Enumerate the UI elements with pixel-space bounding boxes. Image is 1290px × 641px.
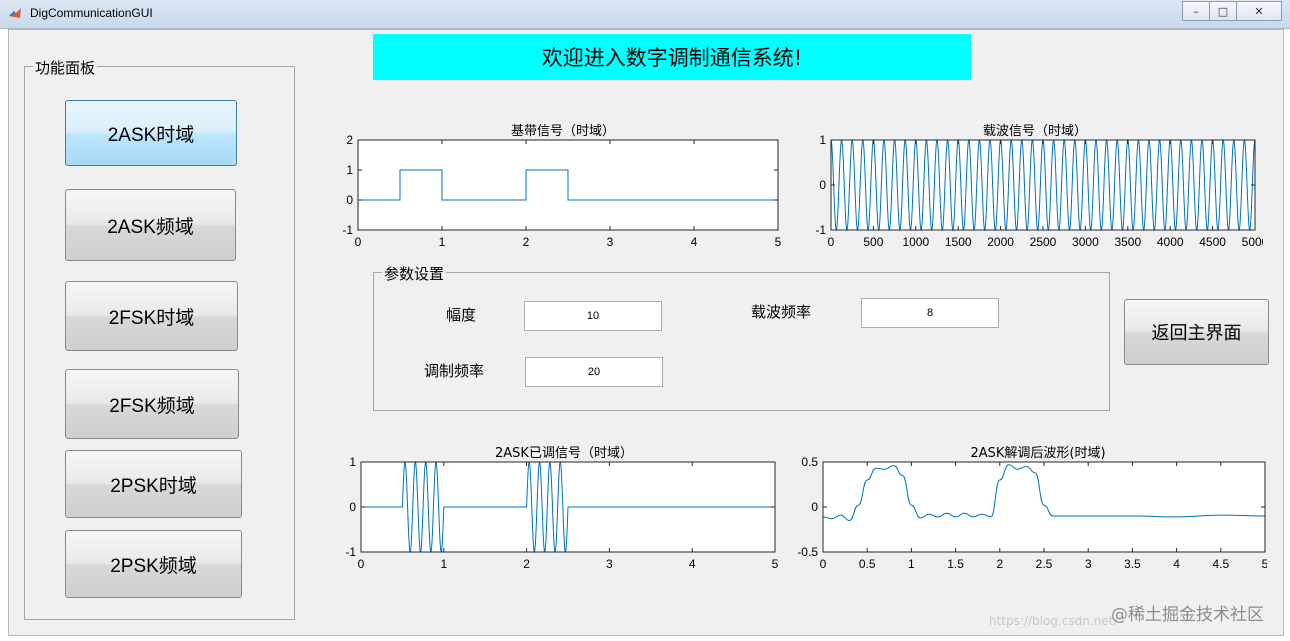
figure-window: 功能面板 2ASK时域 2ASK频域 2FSK时域 2FSK频域 2PSK时域 …: [8, 29, 1284, 636]
amplitude-input[interactable]: [524, 301, 662, 331]
function-panel-title: 功能面板: [33, 57, 98, 78]
x-tick-label: 2: [523, 557, 530, 571]
x-tick-label: 500: [863, 235, 883, 249]
watermark-brand: @稀土掘金技术社区: [1111, 605, 1264, 625]
modulated-plot-svg[interactable]: 0 1 2 3 4 5-101: [313, 442, 783, 572]
return-main-button[interactable]: 返回主界面: [1124, 299, 1269, 365]
2ask-freq-button[interactable]: 2ASK频域: [65, 189, 236, 261]
plot-area: [831, 140, 1255, 230]
2ask-time-button[interactable]: 2ASK时域: [65, 100, 237, 166]
maximize-icon[interactable]: □: [1209, 1, 1237, 21]
y-tick-label: 0: [346, 193, 353, 207]
x-tick-label: 3000: [1072, 235, 1099, 249]
carrier-freq-input[interactable]: [861, 298, 999, 328]
x-tick-label: 1000: [902, 235, 929, 249]
demodulated-plot-svg[interactable]: 0 0.5 1 1.5 2 2.5 3 3.5 4 4.5 5-0.500.5: [773, 442, 1267, 572]
baseband-plot: 基带信号（时域） 0 1 2 3 4 5 -1 0 1 2: [313, 120, 783, 250]
x-tick-label: 4: [689, 557, 696, 571]
x-tick-label: 5000: [1242, 235, 1263, 249]
x-tick-label: 4: [691, 235, 698, 249]
x-tick-label: 0: [820, 557, 827, 571]
y-tick-label: 0: [349, 500, 356, 514]
x-tick-label: 5: [1262, 557, 1267, 571]
function-panel: 功能面板 2ASK时域 2ASK频域 2FSK时域 2FSK频域 2PSK时域 …: [24, 57, 295, 620]
x-tick-label: 3500: [1114, 235, 1141, 249]
x-tick-label: 2.5: [1036, 557, 1053, 571]
baseband-plot-svg[interactable]: 0 1 2 3 4 5-1012: [313, 120, 783, 250]
welcome-banner: 欢迎进入数字调制通信系统!: [373, 34, 971, 80]
demodulated-plot: 2ASK解调后波形(时域) 0 0.5 1 1.5 2 2.5 3 3.5 4 4.5 5 -0.5 0…: [773, 442, 1267, 572]
x-tick-label: 0: [358, 557, 365, 571]
x-tick-label: 0: [828, 235, 835, 249]
y-tick-label: -1: [342, 223, 353, 237]
window-controls: – □ ✕: [1182, 1, 1282, 21]
x-tick-label: 3.5: [1124, 557, 1141, 571]
minimize-icon[interactable]: –: [1182, 1, 1210, 21]
y-tick-label: 2: [346, 133, 353, 147]
close-icon[interactable]: ✕: [1236, 1, 1282, 21]
y-tick-label: 0.5: [801, 455, 818, 469]
2psk-time-button[interactable]: 2PSK时域: [65, 450, 242, 518]
y-tick-label: 1: [819, 133, 826, 147]
y-tick-label: -0.5: [797, 545, 818, 559]
window-titlebar: DigCommunicationGUI – □ ✕: [0, 0, 1290, 29]
2fsk-time-button[interactable]: 2FSK时域: [65, 281, 238, 351]
x-tick-label: 4: [1173, 557, 1180, 571]
x-tick-label: 5: [775, 235, 782, 249]
carrier-plot: 载波信号（时域） 0 500 1000 1500 2000 2500 3000 3500 400…: [783, 120, 1263, 250]
window-title: DigCommunicationGUI: [30, 6, 153, 20]
y-tick-label: -1: [345, 545, 356, 559]
plot-area: [823, 462, 1265, 552]
x-tick-label: 3: [606, 557, 613, 571]
y-tick-label: 0: [811, 500, 818, 514]
mod-freq-input[interactable]: [525, 357, 663, 387]
x-tick-label: 3: [1085, 557, 1092, 571]
x-tick-label: 2: [996, 557, 1003, 571]
2psk-freq-button[interactable]: 2PSK频域: [65, 530, 242, 598]
x-tick-label: 4.5: [1212, 557, 1229, 571]
y-tick-label: 1: [349, 455, 356, 469]
carrier-freq-label: 载波频率: [751, 303, 812, 321]
x-tick-label: 2000: [987, 235, 1014, 249]
x-tick-label: 4500: [1199, 235, 1226, 249]
parameter-panel-title: 参数设置: [382, 263, 447, 284]
y-tick-label: -1: [815, 223, 826, 237]
x-tick-label: 0: [355, 235, 362, 249]
2fsk-freq-button[interactable]: 2FSK频域: [65, 369, 239, 439]
amplitude-label: 幅度: [446, 306, 477, 324]
x-tick-label: 1: [440, 557, 447, 571]
parameter-panel: 参数设置 幅度 载波频率 调制频率: [373, 263, 1110, 411]
x-tick-label: 2500: [1030, 235, 1057, 249]
x-tick-label: 1500: [945, 235, 972, 249]
watermark-url: https://blog.csdn.net/: [989, 614, 1118, 628]
y-tick-label: 0: [819, 178, 826, 192]
x-tick-label: 1: [439, 235, 446, 249]
x-tick-label: 2: [523, 235, 530, 249]
modulated-plot: 2ASK已调信号（时域） 0 1 2 3 4 5 -1 0 1: [313, 442, 783, 572]
x-tick-label: 0.5: [859, 557, 876, 571]
x-tick-label: 1: [908, 557, 915, 571]
mod-freq-label: 调制频率: [424, 362, 485, 380]
carrier-plot-svg[interactable]: 0 500 1000 1500 2000 2500 3000 3500 4000 4500 5000…: [783, 120, 1263, 250]
matlab-icon: [9, 8, 21, 18]
x-tick-label: 4000: [1157, 235, 1184, 249]
y-tick-label: 1: [346, 163, 353, 177]
x-tick-label: 3: [607, 235, 614, 249]
x-tick-label: 1.5: [947, 557, 964, 571]
